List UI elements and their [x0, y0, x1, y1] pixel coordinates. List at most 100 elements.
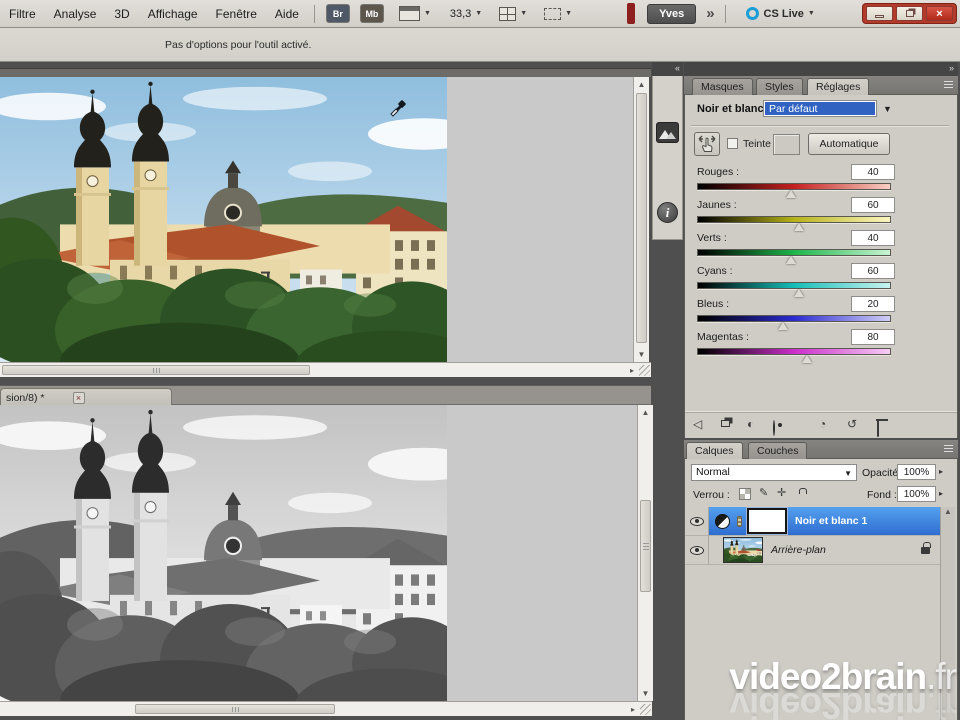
layer-visibility-icon[interactable] — [773, 421, 775, 435]
document1-title-bar[interactable] — [0, 68, 651, 77]
resize-grip-icon[interactable] — [639, 365, 650, 376]
document2-vertical-scrollbar[interactable]: ▲ ▼ — [637, 405, 653, 701]
slider-track[interactable] — [697, 216, 891, 223]
panel-menu-icon[interactable] — [937, 444, 953, 454]
close-button[interactable]: × — [926, 6, 953, 21]
chevron-down-icon[interactable]: ▼ — [475, 10, 482, 17]
info-panel-icon[interactable]: i — [657, 202, 678, 223]
mini-bridge-button[interactable]: Mb — [360, 4, 384, 23]
view-extras-icon[interactable] — [399, 6, 420, 21]
slider-value-field[interactable]: 60 — [851, 197, 895, 213]
visibility-toggle[interactable] — [685, 536, 709, 564]
histogram-panel-icon[interactable] — [656, 122, 679, 143]
slider-value-field[interactable]: 60 — [851, 263, 895, 279]
scroll-down-icon[interactable]: ▼ — [638, 689, 653, 698]
chevron-down-icon[interactable]: ▼ — [883, 104, 892, 114]
opacity-field[interactable]: 100% — [897, 464, 936, 480]
slider-track[interactable] — [697, 282, 891, 289]
visibility-toggle[interactable] — [685, 507, 709, 535]
arrange-documents-icon[interactable] — [499, 7, 516, 21]
tab-close-icon[interactable]: × — [73, 392, 85, 404]
chevron-down-icon[interactable]: ▼ — [520, 10, 527, 17]
delete-adjustment-icon[interactable] — [877, 421, 879, 437]
blend-mode-dropdown[interactable]: Normal ▼ — [691, 464, 857, 481]
view-previous-state-icon[interactable]: ◔ — [819, 417, 826, 431]
scrollbar-thumb[interactable] — [640, 500, 651, 592]
slider-thumb[interactable] — [778, 322, 788, 330]
layer-row-main[interactable]: Arrière-plan — [709, 536, 940, 564]
scroll-up-icon[interactable]: ▲ — [638, 408, 653, 417]
document2-horizontal-scrollbar[interactable]: ▸ — [0, 701, 652, 716]
menu-affichage[interactable]: Affichage — [139, 7, 207, 21]
lock-position-icon[interactable]: ✛ — [777, 486, 786, 499]
expanded-view-icon[interactable] — [721, 420, 730, 427]
workspace-more-icon[interactable]: » — [706, 5, 712, 22]
document2-pasteboard[interactable] — [447, 405, 637, 701]
menu-analyse[interactable]: Analyse — [45, 7, 106, 21]
zoom-level[interactable]: 33,3 — [450, 8, 471, 20]
tab-styles[interactable]: Styles — [756, 78, 803, 95]
document1-pasteboard[interactable] — [447, 77, 633, 362]
menu-aide[interactable]: Aide — [266, 7, 308, 21]
panel-menu-icon[interactable] — [937, 80, 953, 90]
restore-button[interactable] — [896, 6, 923, 21]
document1-canvas[interactable] — [0, 77, 447, 362]
slider-track[interactable] — [697, 249, 891, 256]
back-arrow-icon[interactable]: ◁ — [693, 417, 702, 431]
slider-track[interactable] — [697, 183, 891, 190]
fill-spinner-icon[interactable]: ▸ — [939, 489, 943, 498]
reset-icon[interactable]: ↺ — [847, 417, 857, 431]
tint-checkbox[interactable] — [727, 138, 738, 149]
tint-color-swatch[interactable] — [773, 134, 800, 155]
cs-live-control[interactable]: CS Live ▼ — [746, 7, 818, 20]
document1-vertical-scrollbar[interactable]: ▲ ▼ — [633, 77, 649, 362]
scrollbar-thumb[interactable] — [636, 93, 647, 343]
resize-grip-icon[interactable] — [640, 704, 651, 715]
slider-thumb[interactable] — [786, 190, 796, 198]
chevron-down-icon[interactable]: ▼ — [424, 10, 431, 17]
lock-pixels-icon[interactable]: ✎ — [759, 486, 768, 499]
layer-thumbnail[interactable] — [723, 537, 763, 563]
scroll-down-icon[interactable]: ▼ — [634, 350, 649, 359]
tab-reglages[interactable]: Réglages — [807, 78, 869, 95]
auto-button[interactable]: Automatique — [808, 133, 890, 155]
slider-track[interactable] — [697, 315, 891, 322]
layer-row-noir-et-blanc[interactable]: Noir et blanc 1 — [685, 507, 940, 536]
slider-value-field[interactable]: 40 — [851, 230, 895, 246]
menu-filtre[interactable]: Filtre — [0, 7, 45, 21]
scroll-up-icon[interactable]: ▲ — [634, 80, 649, 89]
slider-track[interactable] — [697, 348, 891, 355]
opacity-spinner-icon[interactable]: ▸ — [939, 467, 943, 476]
slider-thumb[interactable] — [786, 256, 796, 264]
preset-dropdown[interactable]: Par défaut — [763, 100, 877, 117]
slider-value-field[interactable]: 40 — [851, 164, 895, 180]
clip-to-layer-icon[interactable]: ◐ — [747, 417, 754, 431]
mask-link-icon[interactable] — [737, 516, 742, 527]
targeted-adjustment-tool-button[interactable] — [694, 132, 720, 156]
minimize-button[interactable] — [866, 6, 893, 21]
collapse-right-icon[interactable]: » — [949, 63, 953, 73]
scrollbar-thumb[interactable] — [135, 704, 335, 714]
tab-couches[interactable]: Couches — [748, 442, 807, 459]
menu-fenetre[interactable]: Fenêtre — [207, 7, 266, 21]
document2-tab[interactable]: sion/8) * × — [0, 388, 172, 406]
layer-row-main[interactable]: Noir et blanc 1 — [709, 507, 940, 535]
document2-canvas[interactable] — [0, 405, 447, 701]
workspace-button[interactable]: Yves — [647, 4, 696, 24]
document1-horizontal-scrollbar[interactable]: ▸ — [0, 362, 651, 377]
scrollbar-thumb[interactable] — [2, 365, 310, 375]
layer-row-arriere-plan[interactable]: Arrière-plan — [685, 536, 940, 565]
dock-header[interactable]: » — [684, 62, 958, 76]
slider-thumb[interactable] — [794, 223, 804, 231]
lock-transparency-icon[interactable] — [739, 488, 751, 500]
slider-value-field[interactable]: 20 — [851, 296, 895, 312]
fill-field[interactable]: 100% — [897, 486, 936, 502]
bridge-button[interactable]: Br — [326, 4, 350, 23]
screen-mode-icon[interactable] — [544, 8, 561, 20]
layer-mask-thumbnail[interactable] — [747, 508, 787, 534]
slider-thumb[interactable] — [802, 355, 812, 363]
chevron-down-icon[interactable]: ▼ — [565, 10, 572, 17]
scroll-right-icon[interactable]: ▸ — [630, 366, 634, 375]
collapse-header[interactable]: « — [652, 62, 683, 76]
slider-value-field[interactable]: 80 — [851, 329, 895, 345]
